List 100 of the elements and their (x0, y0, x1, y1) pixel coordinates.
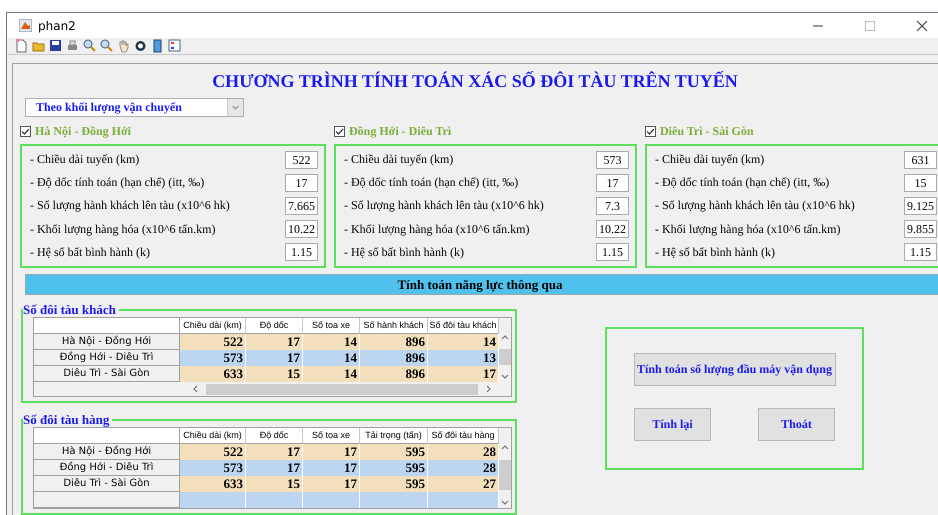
field-label: - Chiều dài tuyến (km) (655, 152, 764, 168)
table-title: Số đôi tàu hàng (23, 413, 110, 427)
table-cell: 28 (428, 444, 499, 460)
input-field[interactable]: 7.665 (285, 196, 318, 215)
table-cell: 15 (246, 366, 303, 382)
input-field[interactable]: 1.15 (904, 243, 937, 262)
field-label: - Số lượng hành khách lên tàu (x10^6 hk) (30, 198, 230, 214)
table-cell: 17 (428, 366, 499, 382)
exit-button[interactable]: Thoát (758, 408, 835, 441)
column-header[interactable]: Chiều dài (km) (180, 318, 246, 334)
column-header[interactable]: Độ dốc (246, 428, 303, 444)
input-field[interactable]: 17 (285, 174, 318, 192)
table-cell: 595 (360, 460, 428, 476)
table-cell: 896 (360, 334, 428, 350)
table-cell: 595 (360, 444, 428, 460)
table-cell: 13 (428, 350, 499, 366)
table-cell (360, 492, 428, 508)
column-header[interactable]: Số đôi tàu khách (428, 318, 499, 334)
hand-icon[interactable] (117, 39, 130, 53)
table-cell: 896 (360, 366, 428, 382)
input-field[interactable]: 10.22 (596, 220, 629, 238)
table-cell: 17 (246, 334, 303, 350)
field-label: - Số lượng hành khách lên tàu (x10^6 hk) (344, 198, 544, 214)
row-header: Diêu Trì - Sài Gòn (34, 476, 180, 492)
route-name: Hà Nội - Đồng Hới (35, 124, 131, 138)
input-field[interactable]: 631 (904, 150, 937, 169)
field-label: - Độ dốc tính toán (hạn chế) (itt, ‰) (344, 175, 518, 190)
input-field[interactable]: 1.15 (285, 243, 318, 262)
input-field[interactable]: 17 (596, 174, 629, 192)
input-field[interactable]: 9.125 (904, 196, 937, 215)
row-header: Diêu Trì - Sài Gòn (34, 366, 180, 382)
legend-icon[interactable] (168, 39, 181, 53)
column-header[interactable]: Độ dốc (246, 318, 303, 334)
scroll-down-icon[interactable] (501, 372, 509, 380)
input-field[interactable]: 15 (904, 174, 937, 192)
mode-dropdown[interactable]: Theo khối lượng vận chuyển (25, 98, 244, 117)
route-checkbox[interactable] (20, 126, 31, 136)
field-label: - Khối lượng hàng hóa (x10^6 tấn.km) (30, 222, 216, 237)
table-cell (428, 492, 499, 508)
table-title: Số đôi tàu khách (23, 303, 117, 317)
scroll-up-icon[interactable] (501, 444, 509, 452)
table-cell (246, 492, 303, 508)
input-field[interactable]: 522 (285, 150, 318, 169)
input-field[interactable]: 1.15 (596, 243, 629, 262)
table-cell: 28 (428, 460, 499, 476)
table-cell: 633 (180, 366, 246, 382)
table-cell: 14 (303, 366, 360, 382)
field-label: - Độ dốc tính toán (hạn chế) (itt, ‰) (30, 175, 204, 190)
field-label: - Số lượng hành khách lên tàu (x10^6 hk) (655, 198, 855, 214)
scroll-right-icon[interactable] (484, 385, 492, 393)
table-cell: 573 (180, 460, 246, 476)
input-field[interactable]: 573 (596, 150, 629, 169)
column-header[interactable]: Số toa xe (303, 318, 360, 334)
column-header[interactable]: Số toa xe (303, 428, 360, 444)
row-header: Hà Nội - Đồng Hới (34, 334, 180, 350)
table-cell: 14 (303, 334, 360, 350)
field-label: - Chiều dài tuyến (km) (344, 152, 454, 168)
input-field[interactable]: 9.855 (904, 220, 937, 238)
route-name: Diêu Trì - Sài Gòn (660, 124, 754, 138)
table-cell (303, 492, 360, 508)
save-icon[interactable] (49, 39, 62, 53)
column-header[interactable]: Số đôi tàu hàng (428, 428, 499, 444)
compute-button[interactable]: Tính toán năng lực thông qua (25, 274, 938, 295)
scroll-left-icon[interactable] (192, 385, 200, 393)
table-cell: 17 (303, 476, 360, 492)
route-name: Đồng Hới - Diêu Trì (349, 124, 452, 138)
route-checkbox[interactable] (645, 126, 656, 136)
locomotive-button[interactable]: Tính toán số lượng đầu máy vận dụng (634, 353, 836, 386)
field-label: - Khối lượng hàng hóa (x10^6 tấn.km) (344, 222, 530, 237)
table-cell: 595 (360, 476, 428, 492)
table-cell: 522 (180, 444, 246, 460)
table-cell: 633 (180, 476, 246, 492)
field-label: - Hệ số bất bình hành (k) (344, 244, 464, 260)
close-icon[interactable] (916, 20, 928, 32)
field-label: - Hệ số bất bình hành (k) (655, 244, 775, 260)
new-file-icon[interactable] (15, 39, 28, 53)
column-header[interactable]: Tải trọng (tấn) (360, 428, 428, 444)
zoom-out-icon[interactable] (100, 39, 113, 53)
field-label: - Độ dốc tính toán (hạn chế) (itt, ‰) (655, 175, 830, 190)
column-header[interactable]: Chiều dài (km) (180, 428, 246, 444)
colorbar-icon[interactable] (151, 39, 164, 53)
input-field[interactable]: 10.22 (285, 220, 318, 238)
scroll-down-icon[interactable] (501, 498, 509, 506)
window-title: phan2 (38, 18, 77, 32)
route-checkbox[interactable] (334, 126, 345, 136)
horizontal-scrollbar[interactable] (192, 382, 492, 396)
table-cell: 14 (428, 334, 499, 350)
row-header: Đồng Hới - Diêu Trì (34, 350, 180, 366)
app-icon (19, 19, 32, 32)
table-cell: 17 (246, 350, 303, 366)
recalc-button[interactable]: Tính lại (634, 408, 711, 441)
column-header[interactable]: Số hành khách (360, 318, 428, 334)
table-cell (180, 492, 246, 508)
row-header: Hà Nội - Đồng Hới (34, 444, 180, 460)
table-cell: 573 (180, 350, 246, 366)
zoom-in-icon[interactable] (83, 39, 96, 53)
table-cell: 17 (303, 460, 360, 476)
input-field[interactable]: 7.3 (596, 196, 629, 215)
field-label: - Chiều dài tuyến (km) (30, 152, 140, 168)
scroll-up-icon[interactable] (501, 334, 509, 342)
